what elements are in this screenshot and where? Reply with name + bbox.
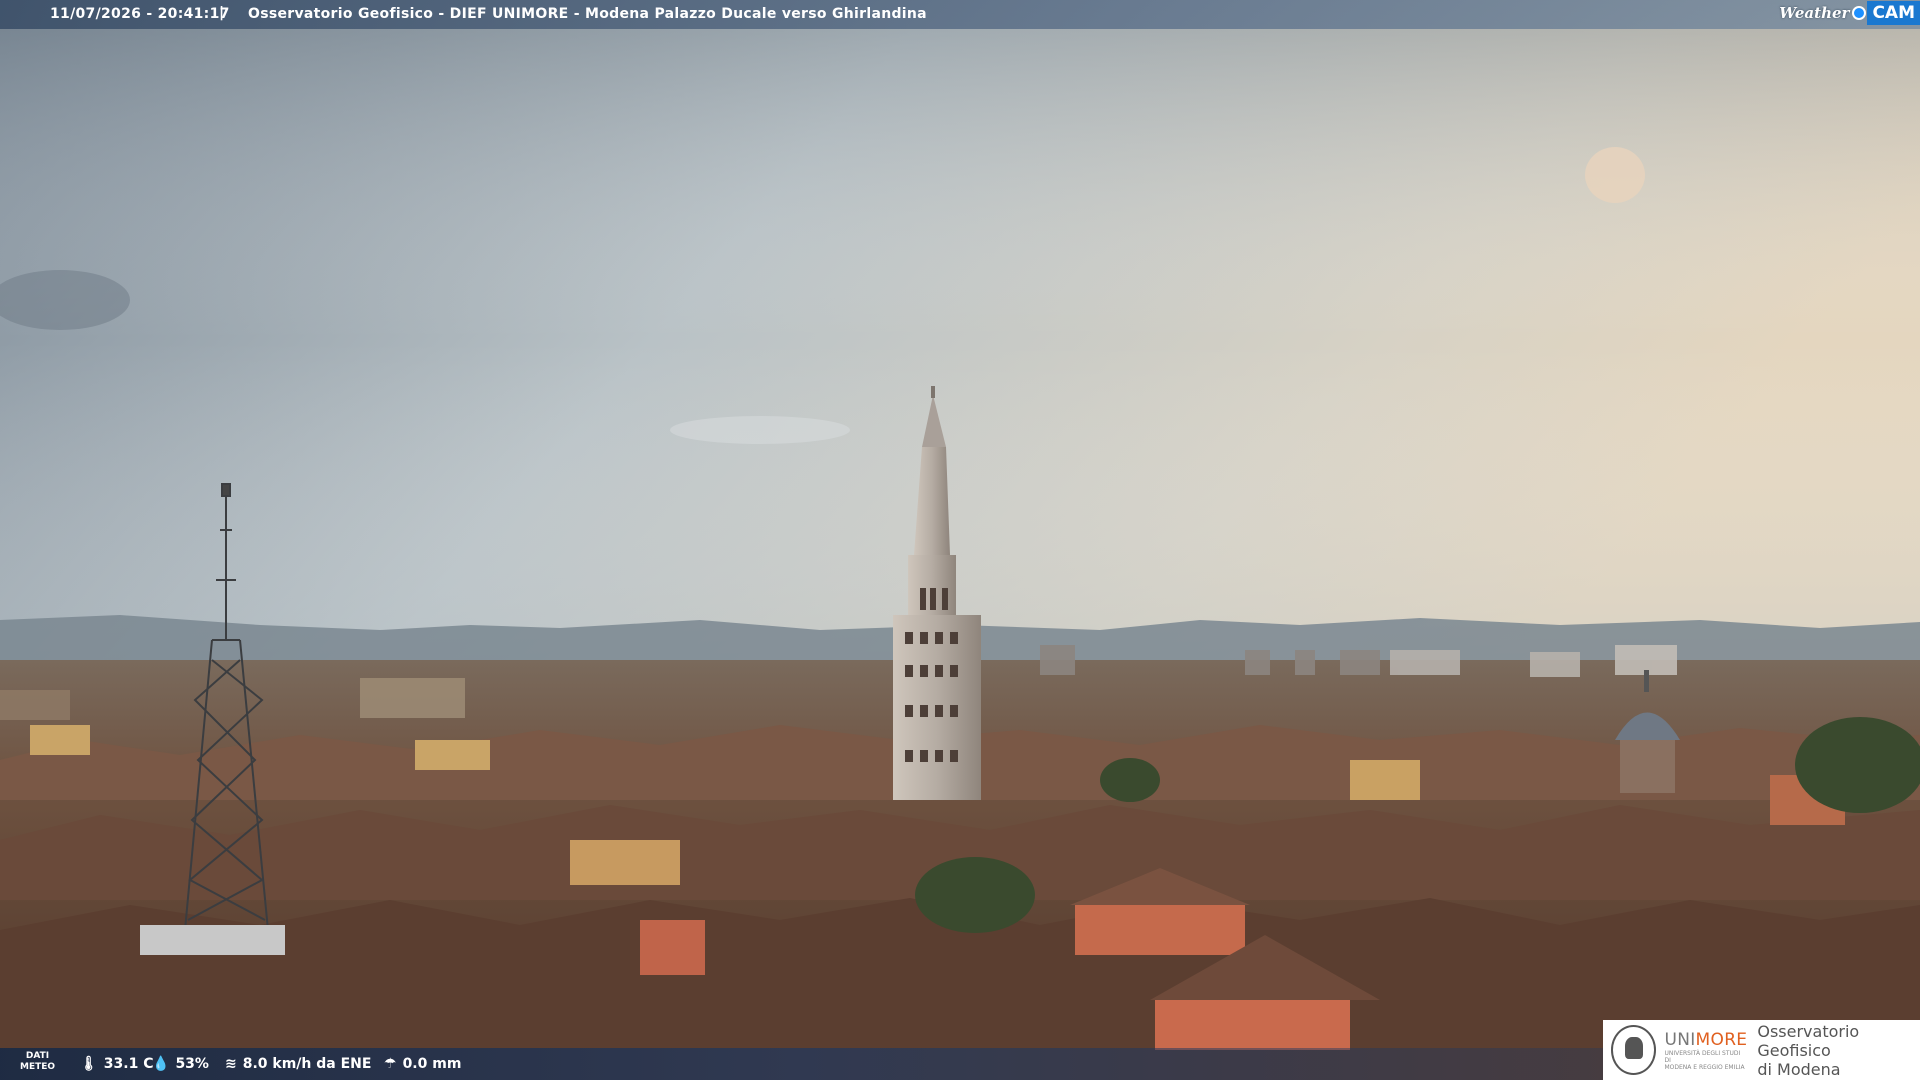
webcam-view xyxy=(0,0,1920,1080)
wind-reading: ≋ 8.0 km/h da ENE xyxy=(225,1056,371,1072)
building xyxy=(1075,905,1245,955)
humidity-drop-icon: 💧 xyxy=(152,1056,170,1072)
meteo-data-bar: DATI METEO 🌡 33.1 C 💧 53% ≋ 8.0 km/h da … xyxy=(0,1048,1605,1080)
unimore-name-prefix: UNI xyxy=(1664,1029,1696,1050)
observatory-name-line2: di Modena xyxy=(1757,1059,1841,1079)
unimore-subtitle-2: MODENA E REGGIO EMILIA xyxy=(1664,1063,1745,1071)
top-info-bar: 11/07/2026 - 20:41:17 | Osservatorio Geo… xyxy=(0,0,1920,29)
rain-icon: ☂ xyxy=(384,1056,397,1072)
temperature-value: 33.1 C xyxy=(103,1056,154,1072)
camera-location: Osservatorio Geofisico - DIEF UNIMORE - … xyxy=(248,6,927,22)
weathercam-logo-cam: CAM xyxy=(1867,1,1920,25)
building xyxy=(570,840,680,885)
unimore-subtitle-1: UNIVERSITÀ DEGLI STUDI DI xyxy=(1664,1049,1741,1064)
weathercam-dot-icon xyxy=(1852,6,1867,20)
building xyxy=(415,740,490,770)
building xyxy=(1350,760,1420,800)
unimore-wordmark: UNIMORE UNIVERSITÀ DEGLI STUDI DI MODENA… xyxy=(1664,1030,1747,1071)
cloud xyxy=(670,416,850,444)
rooftop-equipment xyxy=(140,925,285,955)
building xyxy=(30,725,90,755)
thermometer-icon: 🌡 xyxy=(80,1056,98,1072)
university-seal-icon xyxy=(1611,1025,1657,1075)
observatory-name-line1: Osservatorio Geofisico xyxy=(1757,1021,1860,1060)
unimore-logo: UNIMORE UNIVERSITÀ DEGLI STUDI DI MODENA… xyxy=(1603,1020,1920,1080)
trees xyxy=(1100,758,1160,802)
separator: | xyxy=(219,5,225,21)
cloud xyxy=(1585,147,1645,203)
building xyxy=(640,920,705,975)
humidity-reading: 💧 53% xyxy=(152,1056,209,1072)
observatory-name: Osservatorio Geofisico di Modena xyxy=(1757,1022,1920,1079)
meteo-label-line1: DATI xyxy=(25,1051,50,1061)
trees xyxy=(1795,717,1920,813)
weathercam-logo-weather: Weather xyxy=(1779,4,1850,22)
meteo-label-line2: METEO xyxy=(20,1062,56,1072)
rain-reading: ☂ 0.0 mm xyxy=(384,1056,461,1072)
humidity-value: 53% xyxy=(175,1056,209,1072)
rain-value: 0.0 mm xyxy=(402,1056,462,1072)
unimore-name-suffix: MORE xyxy=(1695,1029,1748,1050)
wind-value: 8.0 km/h da ENE xyxy=(242,1056,372,1072)
meteo-label: DATI METEO xyxy=(20,1051,55,1073)
trees xyxy=(915,857,1035,933)
weathercam-logo: Weather CAM xyxy=(1779,0,1920,26)
timestamp: 11/07/2026 - 20:41:17 xyxy=(50,6,230,22)
temperature-reading: 🌡 33.1 C xyxy=(80,1056,153,1072)
wind-icon: ≋ xyxy=(225,1056,237,1072)
building xyxy=(1155,1000,1350,1050)
